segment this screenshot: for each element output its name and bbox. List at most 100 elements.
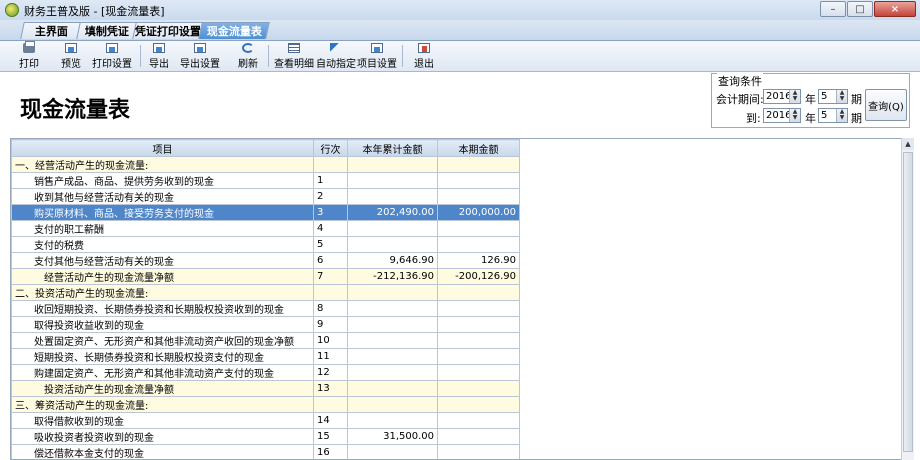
export-settings-button[interactable]: 导出设置 (178, 42, 222, 70)
year-from-stepper[interactable]: 2016 ▲ ▼ (763, 89, 801, 104)
cell-period-amount[interactable]: 126.90 (437, 252, 520, 269)
view-detail-button[interactable]: 查看明细 (274, 42, 314, 70)
cell-item[interactable]: 支付的职工薪酬 (11, 220, 314, 237)
cell-item[interactable]: 短期投资、长期债券投资和长期股权投资支付的现金 (11, 348, 314, 365)
spin-arrows-icon[interactable]: ▲ ▼ (789, 109, 800, 122)
cell-period-amount[interactable] (437, 172, 520, 189)
cell-ytd-amount[interactable] (347, 300, 438, 317)
table-row[interactable]: 处置固定资产、无形资产和其他非流动资产收回的现金净额 10 (11, 332, 520, 349)
cell-item[interactable]: 购买原材料、商品、接受劳务支付的现金 (11, 204, 314, 221)
cell-line[interactable]: 4 (313, 220, 348, 237)
cell-item[interactable]: 支付的税费 (11, 236, 314, 253)
cell-item[interactable]: 支付其他与经营活动有关的现金 (11, 252, 314, 269)
cell-period-amount[interactable] (437, 332, 520, 349)
cell-line[interactable]: 9 (313, 316, 348, 333)
cell-item[interactable]: 取得投资收益收到的现金 (11, 316, 314, 333)
cell-item[interactable]: 收到其他与经营活动有关的现金 (11, 188, 314, 205)
cell-line[interactable]: 15 (313, 428, 348, 445)
cell-period-amount[interactable] (437, 380, 520, 397)
cell-ytd-amount[interactable] (347, 364, 438, 381)
tab-main[interactable]: 主界面 (20, 22, 82, 39)
cell-period-amount[interactable] (437, 444, 520, 459)
cell-period-amount[interactable] (437, 316, 520, 333)
table-row[interactable]: 吸收投资者投资收到的现金 15 31,500.00 (11, 428, 520, 445)
cell-line[interactable]: 16 (313, 444, 348, 459)
cell-ytd-amount[interactable]: 202,490.00 (347, 204, 438, 221)
cell-ytd-amount[interactable] (347, 332, 438, 349)
cell-line[interactable]: 14 (313, 412, 348, 429)
cell-line[interactable] (313, 156, 348, 173)
cell-period-amount[interactable] (437, 396, 520, 413)
cell-line[interactable]: 11 (313, 348, 348, 365)
cell-line[interactable]: 12 (313, 364, 348, 381)
table-row[interactable]: 取得借款收到的现金 14 (11, 412, 520, 429)
cell-ytd-amount[interactable] (347, 380, 438, 397)
cell-item[interactable]: 收回短期投资、长期债券投资和长期股权投资收到的现金 (11, 300, 314, 317)
column-header-ytd[interactable]: 本年累计金额 (347, 139, 438, 157)
cell-item[interactable]: 投资活动产生的现金流量净额 (11, 380, 314, 397)
cell-ytd-amount[interactable]: 9,646.90 (347, 252, 438, 269)
table-row[interactable]: 购买原材料、商品、接受劳务支付的现金 3 202,490.00 200,000.00 (11, 204, 520, 221)
table-row[interactable]: 销售产成品、商品、提供劳务收到的现金 1 (11, 172, 520, 189)
cell-item[interactable]: 经营活动产生的现金流量净额 (11, 268, 314, 285)
column-header-period[interactable]: 本期金额 (437, 139, 520, 157)
cell-period-amount[interactable]: 200,000.00 (437, 204, 520, 221)
table-row[interactable]: 取得投资收益收到的现金 9 (11, 316, 520, 333)
table-row[interactable]: 收回短期投资、长期债券投资和长期股权投资收到的现金 8 (11, 300, 520, 317)
table-row[interactable]: 投资活动产生的现金流量净额 13 (11, 380, 520, 397)
cell-period-amount[interactable] (437, 188, 520, 205)
cell-period-amount[interactable]: -200,126.90 (437, 268, 520, 285)
cell-ytd-amount[interactable] (347, 316, 438, 333)
export-button[interactable]: 导出 (145, 42, 173, 70)
cell-line[interactable]: 8 (313, 300, 348, 317)
spin-arrows-icon[interactable]: ▲ ▼ (789, 90, 800, 103)
minimize-button[interactable]: – (820, 1, 846, 17)
year-to-stepper[interactable]: 2016 ▲ ▼ (763, 108, 801, 123)
close-button[interactable]: × (874, 1, 916, 17)
cell-item[interactable]: 处置固定资产、无形资产和其他非流动资产收回的现金净额 (11, 332, 314, 349)
scrollbar-thumb[interactable] (903, 152, 913, 452)
cell-item[interactable]: 吸收投资者投资收到的现金 (11, 428, 314, 445)
cell-line[interactable] (313, 284, 348, 301)
cell-line[interactable]: 7 (313, 268, 348, 285)
print-button[interactable]: 打印 (14, 41, 44, 70)
cell-ytd-amount[interactable] (347, 444, 438, 459)
cell-period-amount[interactable] (437, 284, 520, 301)
cell-line[interactable] (313, 396, 348, 413)
cell-line[interactable]: 2 (313, 188, 348, 205)
restore-button[interactable]: □ (847, 1, 873, 17)
cell-ytd-amount[interactable] (347, 236, 438, 253)
cell-ytd-amount[interactable] (347, 220, 438, 237)
cell-item[interactable]: 三、筹资活动产生的现金流量: (11, 396, 314, 413)
table-row[interactable]: 支付的职工薪酬 4 (11, 220, 520, 237)
item-settings-button[interactable]: 项目设置 (357, 42, 397, 70)
cell-item[interactable]: 销售产成品、商品、提供劳务收到的现金 (11, 172, 314, 189)
cell-period-amount[interactable] (437, 428, 520, 445)
cell-ytd-amount[interactable] (347, 284, 438, 301)
cell-ytd-amount[interactable]: 31,500.00 (347, 428, 438, 445)
print-settings-button[interactable]: 打印设置 (90, 42, 134, 70)
scroll-up-icon[interactable]: ▲ (902, 138, 914, 150)
table-row[interactable]: 短期投资、长期债券投资和长期股权投资支付的现金 11 (11, 348, 520, 365)
cell-line[interactable]: 1 (313, 172, 348, 189)
cell-item[interactable]: 一、经营活动产生的现金流量: (11, 156, 314, 173)
table-row[interactable]: 支付的税费 5 (11, 236, 520, 253)
table-row[interactable]: 购建固定资产、无形资产和其他非流动资产支付的现金 12 (11, 364, 520, 381)
cell-item[interactable]: 购建固定资产、无形资产和其他非流动资产支付的现金 (11, 364, 314, 381)
table-row[interactable]: 经营活动产生的现金流量净额 7 -212,136.90 -200,126.90 (11, 268, 520, 285)
tab-voucher-print-settings[interactable]: 凭证打印设置 (132, 22, 204, 39)
cell-item[interactable]: 偿还借款本金支付的现金 (11, 444, 314, 459)
table-row[interactable]: 支付其他与经营活动有关的现金 6 9,646.90 126.90 (11, 252, 520, 269)
cell-ytd-amount[interactable] (347, 412, 438, 429)
cell-period-amount[interactable] (437, 412, 520, 429)
spin-arrows-icon[interactable]: ▲ ▼ (836, 109, 847, 122)
cell-item[interactable]: 取得借款收到的现金 (11, 412, 314, 429)
cell-line[interactable]: 5 (313, 236, 348, 253)
tab-cash-flow[interactable]: 现金流量表 (198, 22, 270, 39)
exit-button[interactable]: 退出 (410, 42, 438, 70)
cell-ytd-amount[interactable] (347, 188, 438, 205)
cell-period-amount[interactable] (437, 220, 520, 237)
cell-period-amount[interactable] (437, 156, 520, 173)
cell-ytd-amount[interactable] (347, 172, 438, 189)
cell-period-amount[interactable] (437, 300, 520, 317)
